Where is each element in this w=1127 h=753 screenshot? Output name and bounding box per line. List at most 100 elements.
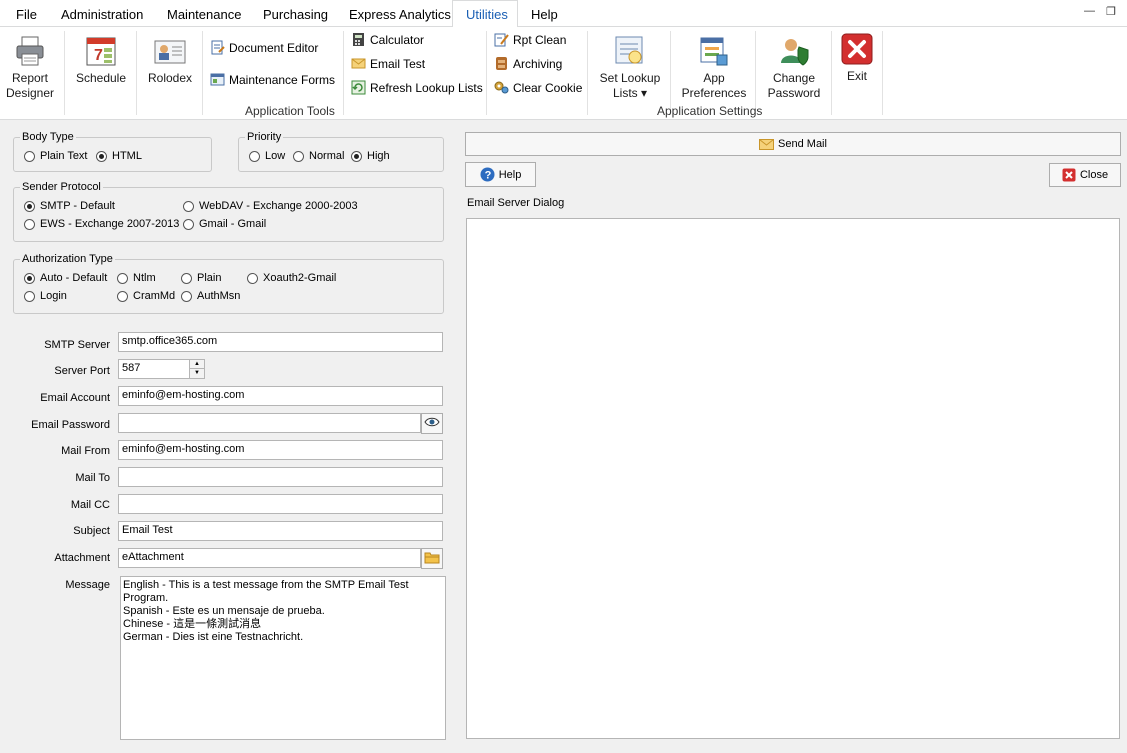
- ribbon-separator: [343, 31, 344, 115]
- body-type-plain-radio[interactable]: Plain Text: [24, 150, 88, 162]
- auth-ntlm-radio[interactable]: Ntlm: [117, 272, 156, 284]
- body-type-html-radio[interactable]: HTML: [96, 150, 142, 162]
- auth-crammd-radio[interactable]: CramMd: [117, 290, 175, 302]
- email-test-label: Email Test: [370, 56, 426, 71]
- auth-auto-radio[interactable]: Auto - Default: [24, 272, 107, 284]
- menu-maintenance[interactable]: Maintenance: [167, 7, 241, 22]
- server-port-input[interactable]: 587: [118, 359, 190, 379]
- email-test-button[interactable]: Email Test: [351, 56, 425, 71]
- archive-icon: [494, 56, 509, 71]
- printer-icon: [13, 35, 47, 67]
- rolodex-button[interactable]: Rolodex: [143, 35, 197, 86]
- restore-icon[interactable]: ❐: [1106, 5, 1116, 18]
- report-designer-button[interactable]: Report Designer: [4, 35, 56, 101]
- menu-help[interactable]: Help: [531, 7, 558, 22]
- document-editor-label: Document Editor: [229, 40, 319, 55]
- ribbon-separator: [202, 31, 203, 115]
- set-lookup-lists-button[interactable]: Set Lookup Lists ▾: [596, 35, 664, 101]
- menu-administration[interactable]: Administration: [61, 7, 143, 22]
- schedule-label: Schedule: [75, 71, 127, 85]
- folder-icon: [424, 551, 440, 567]
- ribbon-separator: [486, 31, 487, 115]
- radio-circle-icon: [181, 272, 192, 284]
- protocol-gmail-label: Gmail - Gmail: [199, 218, 267, 230]
- spin-down-icon[interactable]: ▼: [190, 369, 204, 378]
- group-label-application-settings: Application Settings: [657, 104, 763, 118]
- document-editor-button[interactable]: Document Editor: [210, 40, 318, 55]
- server-port-stepper[interactable]: ▲ ▼: [189, 359, 205, 379]
- exit-label: Exit: [846, 69, 867, 83]
- protocol-webdav-label: WebDAV - Exchange 2000-2003: [199, 200, 358, 212]
- contact-card-icon: [153, 35, 187, 67]
- send-mail-label: Send Mail: [778, 138, 827, 150]
- help-icon: ?: [480, 167, 495, 182]
- spin-up-icon[interactable]: ▲: [190, 360, 204, 369]
- radio-circle-icon: [247, 272, 258, 284]
- priority-high-radio[interactable]: High: [351, 150, 390, 162]
- auth-xoauth2-label: Xoauth2-Gmail: [263, 272, 337, 284]
- clear-cookie-label: Clear Cookie: [513, 80, 583, 95]
- document-edit-icon: [210, 40, 225, 55]
- forms-icon: [210, 72, 225, 87]
- browse-attachment-button[interactable]: [421, 548, 443, 569]
- exit-button[interactable]: Exit: [837, 33, 877, 84]
- rpt-clean-button[interactable]: Rpt Clean: [494, 32, 566, 47]
- change-password-button[interactable]: Change Password: [762, 35, 826, 101]
- mail-from-input[interactable]: eminfo@em-hosting.com: [118, 440, 443, 460]
- mail-to-label: Mail To: [75, 472, 110, 484]
- subject-label: Subject: [73, 525, 110, 537]
- send-mail-button[interactable]: Send Mail: [465, 132, 1121, 156]
- protocol-gmail-radio[interactable]: Gmail - Gmail: [183, 218, 266, 230]
- protocol-ews-radio[interactable]: EWS - Exchange 2007-2013: [24, 218, 179, 230]
- calendar-icon: 7: [84, 35, 118, 67]
- clear-cookie-button[interactable]: Clear Cookie: [494, 80, 582, 95]
- protocol-smtp-radio[interactable]: SMTP - Default: [24, 200, 115, 212]
- auth-authmsn-label: AuthMsn: [197, 290, 241, 302]
- archiving-label: Archiving: [513, 56, 563, 71]
- mail-cc-label: Mail CC: [70, 499, 110, 511]
- menu-file[interactable]: File: [16, 7, 37, 22]
- archiving-button[interactable]: Archiving: [494, 56, 562, 71]
- help-button[interactable]: ? Help: [465, 162, 536, 187]
- priority-legend: Priority: [247, 131, 282, 143]
- auth-authmsn-radio[interactable]: AuthMsn: [181, 290, 240, 302]
- menu-express-analytics[interactable]: Express Analytics: [349, 7, 451, 22]
- maintenance-forms-label: Maintenance Forms: [229, 72, 336, 87]
- email-server-dialog-title: Email Server Dialog: [467, 197, 565, 209]
- mail-to-input[interactable]: [118, 467, 443, 487]
- email-password-input[interactable]: [118, 413, 421, 433]
- radio-circle-icon: [117, 272, 128, 284]
- calculator-button[interactable]: Calculator: [351, 32, 424, 47]
- app-preferences-button[interactable]: App Preferences: [678, 35, 750, 101]
- attachment-input[interactable]: eAttachment: [118, 548, 421, 568]
- ribbon-separator: [670, 31, 671, 115]
- maintenance-forms-button[interactable]: Maintenance Forms: [210, 72, 335, 87]
- refresh-lookup-lists-button[interactable]: Refresh Lookup Lists: [351, 80, 483, 95]
- auth-login-radio[interactable]: Login: [24, 290, 67, 302]
- gears-icon: [494, 80, 509, 95]
- smtp-server-input[interactable]: smtp.office365.com: [118, 332, 443, 352]
- subject-input[interactable]: Email Test: [118, 521, 443, 541]
- menu-purchasing[interactable]: Purchasing: [263, 7, 328, 22]
- auth-plain-radio[interactable]: Plain: [181, 272, 221, 284]
- help-label: Help: [498, 168, 522, 181]
- priority-low-radio[interactable]: Low: [249, 150, 285, 162]
- message-textarea[interactable]: English - This is a test message from th…: [120, 576, 446, 740]
- auth-xoauth2-radio[interactable]: Xoauth2-Gmail: [247, 272, 336, 284]
- mail-cc-input[interactable]: [118, 494, 443, 514]
- protocol-webdav-radio[interactable]: WebDAV - Exchange 2000-2003: [183, 200, 358, 212]
- show-password-button[interactable]: [421, 413, 443, 434]
- menu-utilities[interactable]: Utilities: [466, 7, 508, 22]
- radio-circle-icon: [24, 218, 35, 230]
- smtp-server-label: SMTP Server: [44, 339, 110, 351]
- close-button[interactable]: Close: [1049, 163, 1121, 187]
- rpt-clean-label: Rpt Clean: [513, 32, 567, 47]
- email-account-input[interactable]: eminfo@em-hosting.com: [118, 386, 443, 406]
- minimize-icon[interactable]: —: [1084, 5, 1095, 17]
- priority-normal-radio[interactable]: Normal: [293, 150, 344, 162]
- schedule-button[interactable]: 7 Schedule: [72, 35, 130, 86]
- app-preferences-label: App Preferences: [681, 71, 747, 100]
- email-server-dialog-output[interactable]: [466, 218, 1120, 739]
- radio-circle-icon: [117, 290, 128, 302]
- auth-ntlm-label: Ntlm: [133, 272, 156, 284]
